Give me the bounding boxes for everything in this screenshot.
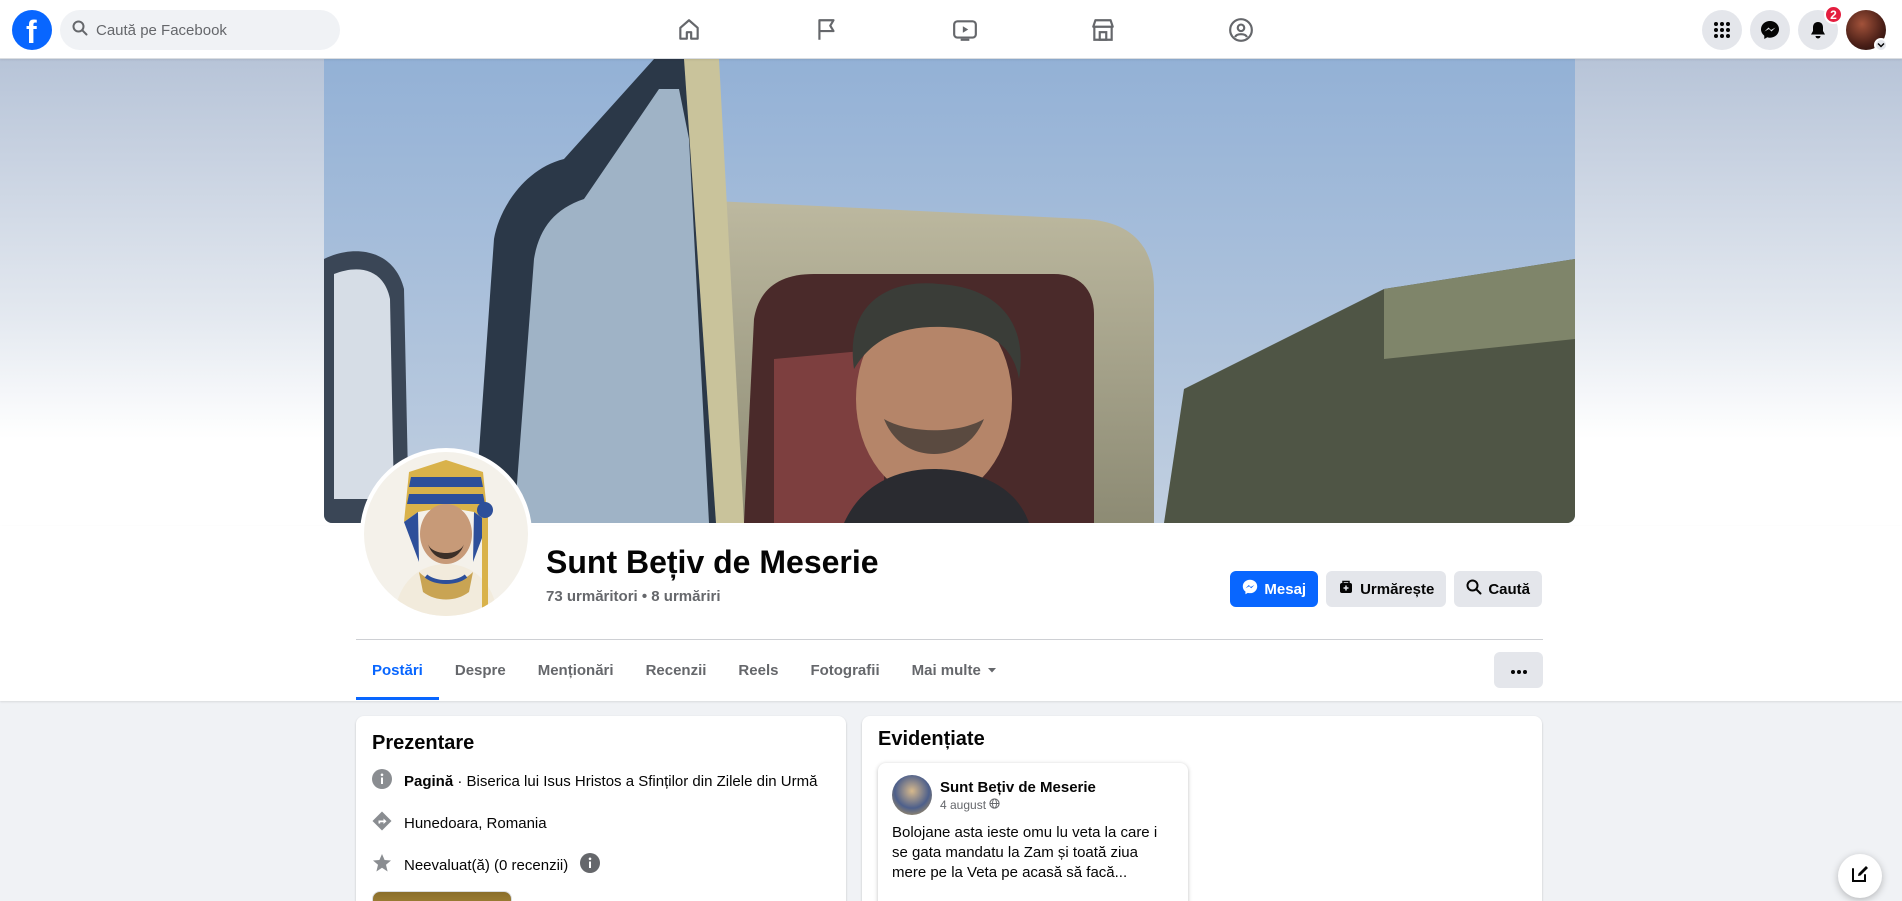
location-text[interactable]: Hunedoara, Romania [404,815,547,832]
cover-photo[interactable] [324,59,1575,523]
featured-post[interactable]: Sunt Bețiv de Meserie 4 august Bolojane … [878,763,1188,901]
avatar[interactable] [892,775,932,815]
tab-label: Recenzii [645,661,707,679]
account-avatar[interactable] [1846,10,1888,52]
new-message-button[interactable] [1838,854,1882,898]
intro-card: Prezentare Pagină · Biserica lui Isus Hr… [356,716,846,901]
tab-label: Menționări [537,661,614,679]
chevron-down-icon [1874,38,1888,52]
post-date: 4 august [940,798,1096,812]
page-type-label: Pagină [404,772,454,790]
tab-more[interactable]: Mai multe [896,640,1013,700]
tab-label: Mai multe [911,661,981,679]
intro-location: Hunedoara, Romania [372,811,830,835]
notifications-bell-icon[interactable]: 2 [1798,5,1843,50]
more-options-button[interactable] [1494,652,1543,688]
groups-icon[interactable] [1172,0,1310,59]
post-date-text[interactable]: 4 august [940,798,986,812]
page-search-button[interactable]: Caută [1454,571,1542,607]
intro-rating: Neevaluat(ă) (0 recenzii) [372,853,830,877]
follow-icon [1338,579,1354,599]
follow-button[interactable]: Urmărește [1326,571,1447,607]
search-box[interactable] [60,10,340,50]
profile-actions: Mesaj Urmărește Caută [1230,571,1542,607]
home-icon[interactable] [620,0,758,59]
post-text: Bolojane asta ieste omu lu veta la care … [892,824,1158,881]
directions-icon [372,811,392,835]
intro-title: Prezentare [372,732,475,754]
search-icon [72,20,88,41]
account-controls: 2 [1702,5,1888,52]
caret-down-icon [987,662,997,679]
notification-badge: 2 [1824,5,1843,24]
tab-mentions[interactable]: Menționări [522,640,630,700]
tab-photos[interactable]: Fotografii [794,640,895,700]
tab-reels[interactable]: Reels [722,640,794,700]
featured-card: Evidențiate Sunt Bețiv de Meserie 4 augu… [862,716,1542,901]
messenger-icon[interactable] [1750,10,1790,50]
intro-photo-thumbnail[interactable] [372,891,512,901]
video-icon[interactable] [896,0,1034,59]
top-navigation-bar: f Caută pe Facebook 2 [0,0,1902,59]
info-icon[interactable] [580,853,601,877]
profile-tabs: Postări Despre Menționări Recenzii Reels… [356,640,1013,700]
search-icon [1466,579,1482,599]
globe-icon [989,797,1001,812]
facebook-logo-icon[interactable]: f [12,10,52,50]
tab-reviews[interactable]: Recenzii [630,640,723,700]
follow-button-label: Urmărește [1360,580,1435,598]
rating-text: Neevaluat(ă) (0 recenzii) [404,856,569,874]
intro-page-category: Pagină · Biserica lui Isus Hristos a Sfi… [372,769,830,793]
svg-text:f: f [26,14,37,50]
page-category-text: · Biserica lui Isus Hristos a Sfinților … [453,772,818,790]
main-nav [620,0,1310,59]
tab-label: Despre [454,661,506,679]
info-icon [372,769,392,793]
tab-posts[interactable]: Postări [356,640,439,700]
flag-icon[interactable] [758,0,896,59]
compose-icon [1850,864,1870,889]
search-input[interactable] [96,21,316,39]
tab-about[interactable]: Despre [439,640,522,700]
star-icon [372,853,392,877]
page-title: Sunt Bețiv de Meserie [546,544,879,580]
page-search-button-label: Caută [1488,580,1530,598]
followers-count[interactable]: 73 urmăritori • 8 urmăriri [546,588,721,605]
menu-grid-icon[interactable] [1702,10,1742,50]
message-button-label: Mesaj [1264,580,1307,598]
ellipsis-icon [1510,661,1527,679]
tab-label: Fotografii [810,661,880,679]
profile-picture[interactable] [360,448,532,620]
marketplace-icon[interactable] [1034,0,1172,59]
tab-label: Postări [372,661,423,679]
tab-label: Reels [738,661,779,679]
messenger-icon [1242,579,1258,599]
featured-post-header: Sunt Bețiv de Meserie 4 august [878,763,1188,815]
post-author[interactable]: Sunt Bețiv de Meserie [940,779,1096,796]
featured-title: Evidențiate [878,728,985,750]
message-button[interactable]: Mesaj [1230,571,1319,607]
